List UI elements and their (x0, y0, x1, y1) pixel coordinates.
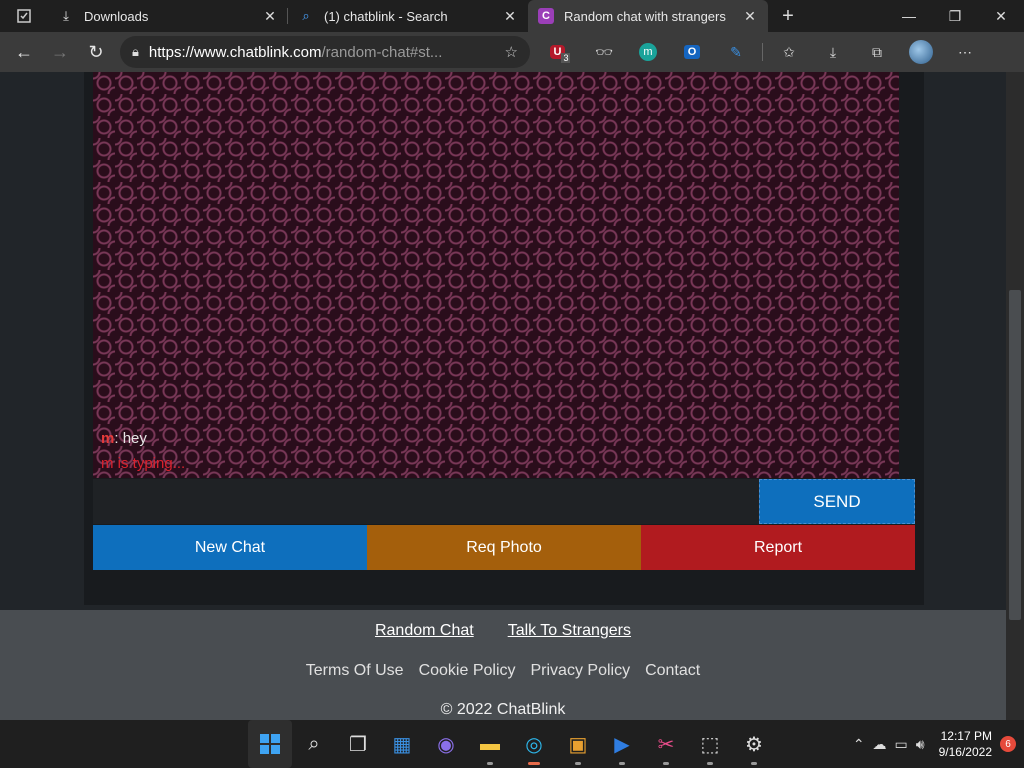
ublock-extension-icon[interactable]: U3 (538, 36, 582, 68)
message-input-row: SEND (93, 479, 915, 524)
collections-icon[interactable]: ⧉ (855, 36, 899, 68)
send-button[interactable]: SEND (759, 479, 915, 524)
scrollbar-thumb[interactable] (1009, 290, 1021, 620)
typing-indicator: m is typing... (101, 455, 186, 472)
tab-title: Random chat with strangers (564, 8, 726, 24)
message-text: hey (122, 430, 147, 447)
tab-actions-icon[interactable] (0, 0, 48, 32)
page-scrollbar[interactable] (1006, 72, 1024, 720)
restore-button[interactable]: ❐ (932, 0, 978, 32)
close-icon[interactable]: ✕ (262, 8, 278, 24)
chatblink-favicon: C (538, 8, 554, 24)
search-icon[interactable]: ⌕ (292, 720, 336, 768)
add-favorite-icon[interactable]: ☆ (505, 43, 518, 61)
network-icon[interactable]: ▭ (895, 736, 908, 753)
minimize-button[interactable]: — (886, 0, 932, 32)
report-button[interactable]: Report (641, 525, 915, 570)
windows-logo-icon (260, 734, 280, 754)
tab-downloads[interactable]: ⤓ Downloads ✕ (48, 0, 288, 32)
req-photo-button[interactable]: Req Photo (367, 525, 641, 570)
chat-message: m: hey (101, 430, 147, 447)
m-extension-icon[interactable]: m (626, 36, 670, 68)
refresh-button[interactable]: ↻ (78, 36, 114, 68)
downloads-icon[interactable]: ⤓ (811, 36, 855, 68)
onedrive-icon[interactable]: ☁ (873, 736, 887, 753)
widgets-icon[interactable]: ▦ (380, 720, 424, 768)
extension-badge: 3 (561, 53, 571, 63)
clock-date: 9/16/2022 (938, 745, 992, 759)
web-page: m: hey m is typing... SEND New Chat Req … (0, 72, 1024, 720)
footer-link-random-chat[interactable]: Random Chat (375, 622, 474, 640)
tab-chatblink[interactable]: C Random chat with strangers ✕ (528, 0, 768, 32)
edge-browser-icon[interactable]: ◎ (512, 720, 556, 768)
tab-title: (1) chatblink - Search (324, 8, 448, 24)
address-bar[interactable]: 🔒︎ https://www.chatblink.com/random-chat… (120, 36, 530, 68)
tab-search[interactable]: ⌕ (1) chatblink - Search ✕ (288, 0, 528, 32)
chat-actions: New Chat Req Photo Report (93, 525, 915, 570)
footer-link-talk-to-strangers[interactable]: Talk To Strangers (508, 622, 631, 640)
footer-link-contact[interactable]: Contact (645, 662, 700, 680)
toolbar-divider (762, 43, 763, 61)
new-tab-button[interactable]: + (768, 0, 808, 32)
url-path: /random-chat#st... (321, 43, 443, 61)
windows-taskbar: ⌕ ❐ ▦ ◉ ▬ ◎ ▣ ▶ ✂ ⬚ ⚙ ⌃ ☁ ▭ 🔊︎ 12:17 PM … (0, 720, 1024, 768)
close-icon[interactable]: ✕ (502, 8, 518, 24)
footer-link-privacy[interactable]: Privacy Policy (531, 662, 631, 680)
close-window-button[interactable]: ✕ (978, 0, 1024, 32)
taskbar-clock[interactable]: 12:17 PM 9/16/2022 (939, 728, 992, 760)
browser-toolbar: ← → ↻ 🔒︎ https://www.chatblink.com/rando… (0, 32, 1024, 72)
browser-tabstrip: ⤓ Downloads ✕ ⌕ (1) chatblink - Search ✕… (0, 0, 1024, 32)
chevron-up-icon[interactable]: ⌃ (853, 736, 865, 753)
chat-messages-area: m: hey m is typing... (93, 72, 899, 478)
footer-link-cookie[interactable]: Cookie Policy (419, 662, 516, 680)
message-nick: m (101, 430, 115, 447)
footer-primary-links: Random Chat Talk To Strangers (0, 622, 1006, 640)
footer-secondary-links: Terms Of Use Cookie Policy Privacy Polic… (0, 662, 1006, 680)
message-separator: : (114, 430, 123, 447)
settings-gear-icon[interactable]: ⚙ (732, 720, 776, 768)
package-app-icon[interactable]: ⬚ (688, 720, 732, 768)
outlook-extension-icon[interactable]: O (670, 36, 714, 68)
new-chat-button[interactable]: New Chat (93, 525, 367, 570)
extensions-area: U3 👓︎ m O ✎ ✩ ⤓ ⧉ ⋯ (538, 36, 987, 68)
download-icon: ⤓ (63, 8, 69, 23)
favorites-icon[interactable]: ✩ (767, 36, 811, 68)
url-host: https://www.chatblink.com (148, 43, 322, 61)
profile-avatar[interactable] (899, 36, 943, 68)
message-input[interactable] (93, 479, 759, 524)
close-icon[interactable]: ✕ (742, 8, 758, 24)
search-icon: ⌕ (302, 8, 310, 23)
taskbar-apps: ⌕ ❐ ▦ ◉ ▬ ◎ ▣ ▶ ✂ ⬚ ⚙ (248, 720, 776, 768)
clock-time: 12:17 PM (940, 729, 992, 743)
store-icon[interactable]: ▣ (556, 720, 600, 768)
tab-title: Downloads (84, 8, 149, 24)
task-view-icon[interactable]: ❐ (336, 720, 380, 768)
lock-icon[interactable]: 🔒︎ (132, 44, 139, 60)
system-tray: ⌃ ☁ ▭ 🔊︎ 12:17 PM 9/16/2022 6 (853, 720, 1016, 768)
copyright: © 2022 ChatBlink (440, 701, 566, 718)
teams-chat-icon[interactable]: ◉ (424, 720, 468, 768)
glasses-extension-icon[interactable]: 👓︎ (582, 36, 626, 68)
footer-link-terms[interactable]: Terms Of Use (306, 662, 404, 680)
media-player-icon[interactable]: ▶ (600, 720, 644, 768)
snipping-tool-icon[interactable]: ✂ (644, 720, 688, 768)
settings-menu-icon[interactable]: ⋯ (943, 36, 987, 68)
notification-badge[interactable]: 6 (1000, 736, 1016, 752)
back-button[interactable]: ← (6, 36, 42, 68)
file-explorer-icon[interactable]: ▬ (468, 720, 512, 768)
pen-extension-icon[interactable]: ✎ (714, 36, 758, 68)
page-footer: Random Chat Talk To Strangers Terms Of U… (0, 610, 1006, 720)
volume-icon[interactable]: 🔊︎ (916, 736, 925, 753)
forward-button[interactable]: → (42, 36, 78, 68)
start-button[interactable] (248, 720, 292, 768)
window-controls: — ❐ ✕ (886, 0, 1024, 32)
